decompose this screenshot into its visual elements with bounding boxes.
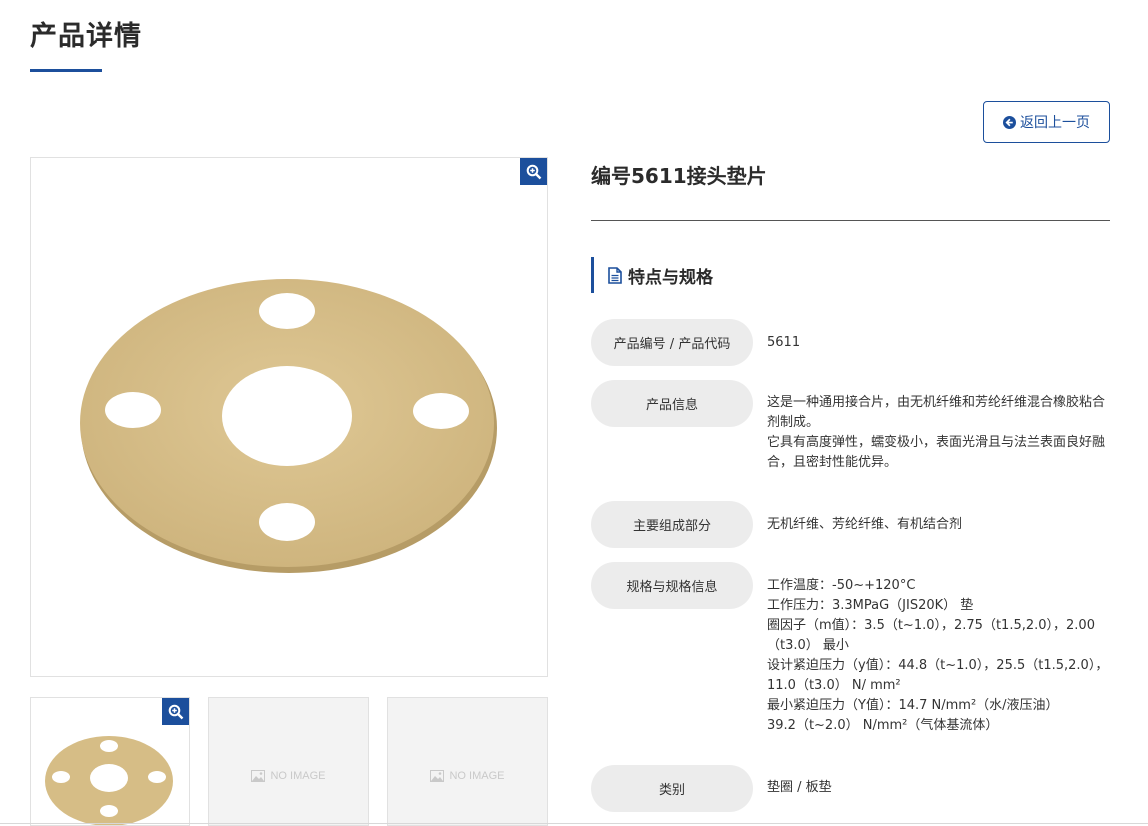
no-image-placeholder: NO IMAGE [209,770,368,782]
spec-label-info: 产品信息 [591,380,753,427]
spec-label-category: 类别 [591,765,753,812]
main-product-image[interactable] [30,157,548,677]
spec-label-composition: 主要组成部分 [591,501,753,548]
thumbnail-2[interactable]: NO IMAGE [208,697,369,826]
spec-line: 最小紧迫压力（Y值）：14.7 N/mm²（水/液压油） [767,698,1059,713]
thumbnail-1[interactable] [30,697,190,826]
spec-value-category: 垫圈 / 板垫 [767,778,1112,798]
spec-line: 圈因子（m值）：3.5（t~1.0），2.75（t1.5,2.0），2.00（t… [767,618,1095,653]
no-image-placeholder: NO IMAGE [388,770,547,782]
spec-line: 它具有高度弹性，蠕变极小，表面光滑且与法兰表面良好融合，且密封性能优异。 [767,435,1106,470]
page-title: 产品详情 [30,21,142,52]
title-underline [30,69,102,72]
document-icon [608,266,622,284]
divider [591,220,1110,221]
spec-value-composition: 无机纤维、芳纶纤维、有机结合剂 [767,515,1112,535]
spec-line: 垫圈 / 板垫 [767,780,832,795]
spec-value-info: 这是一种通用接合片，由无机纤维和芳纶纤维混合橡胶粘合剂制成。 它具有高度弹性，蠕… [767,393,1112,473]
spec-line: 39.2（t~2.0） N/mm²（气体基流体） [767,718,999,733]
spec-line: 这是一种通用接合片，由无机纤维和芳纶纤维混合橡胶粘合剂制成。 [767,395,1106,430]
product-name: 编号5611接头垫片 [591,164,767,188]
section-title: 特点与规格 [628,267,713,288]
zoom-in-icon [168,704,183,719]
zoom-button[interactable] [520,158,547,185]
back-button-label: 返回上一页 [1020,115,1090,131]
spec-value-specifications: 工作温度：-50~+120°C 工作压力：3.3MPaG（JIS20K） 垫 圈… [767,576,1112,736]
no-image-text: NO IMAGE [449,770,505,782]
spec-line: 5611 [767,335,801,350]
section-heading: 特点与规格 [591,257,713,293]
spec-label-code: 产品编号 / 产品代码 [591,319,753,366]
arrow-circle-left-icon [1003,115,1016,129]
spec-line: 工作压力：3.3MPaG（JIS20K） 垫 [767,598,974,613]
thumbnail-zoom-button[interactable] [162,698,189,725]
back-button[interactable]: 返回上一页 [983,101,1110,143]
zoom-in-icon [526,164,541,179]
image-icon [251,770,266,782]
no-image-text: NO IMAGE [270,770,326,782]
gasket-image [80,279,497,573]
spec-line: 工作温度：-50~+120°C [767,578,916,593]
spec-label-specifications: 规格与规格信息 [591,562,753,609]
spec-value-code: 5611 [767,333,1112,353]
thumbnail-3[interactable]: NO IMAGE [387,697,548,826]
spec-line: 设计紧迫压力（y值）：44.8（t~1.0），25.5（t1.5,2.0），11… [767,658,1109,693]
image-icon [430,770,445,782]
bottom-divider [0,823,1148,824]
spec-line: 无机纤维、芳纶纤维、有机结合剂 [767,517,963,532]
gasket-thumbnail-image [45,736,173,825]
